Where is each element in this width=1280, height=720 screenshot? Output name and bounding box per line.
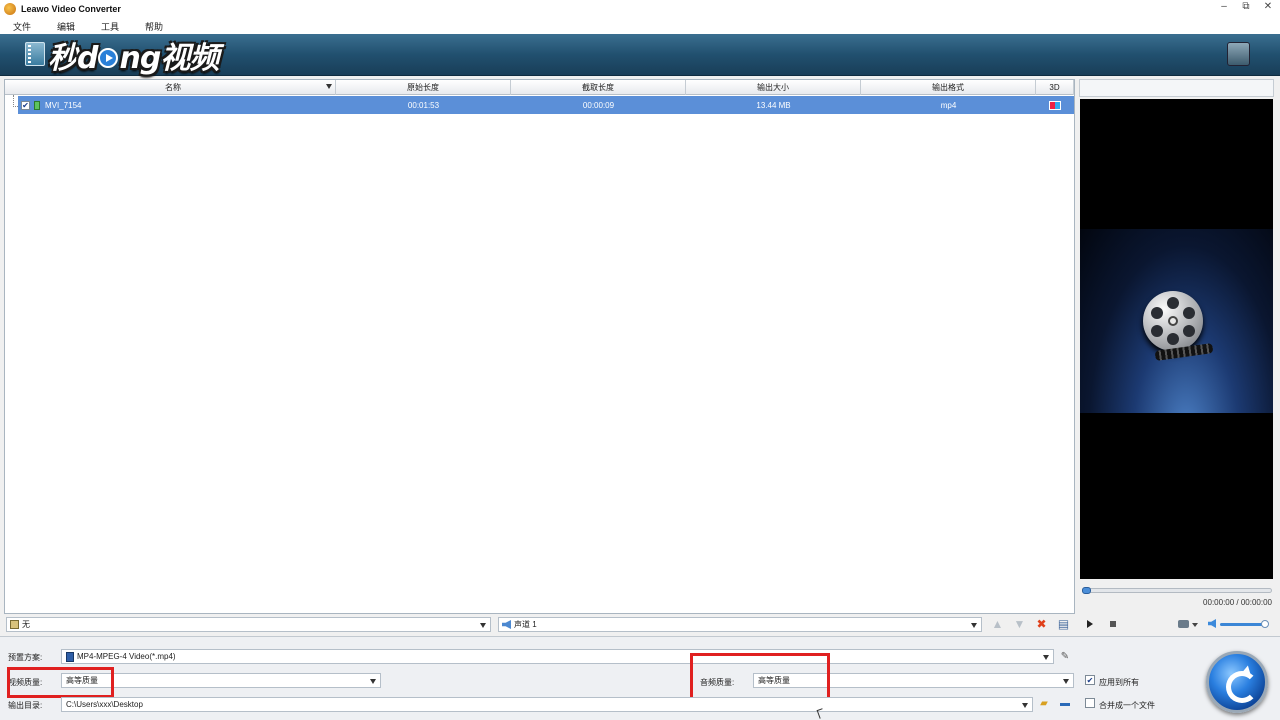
video-quality-highlight xyxy=(7,667,114,698)
video-preview[interactable] xyxy=(1080,99,1273,579)
column-name[interactable]: 名称 xyxy=(5,80,336,95)
row-clip-length: 00:00:09 xyxy=(582,100,615,110)
row-output-format: mp4 xyxy=(940,100,957,110)
logo-part-1: 秒 xyxy=(48,41,78,76)
merge-checkbox[interactable] xyxy=(1085,698,1095,708)
volume-icon[interactable] xyxy=(1208,619,1216,628)
chevron-down-icon[interactable] xyxy=(1063,679,1069,684)
stop-icon[interactable] xyxy=(1110,621,1116,627)
output-dir-value: C:\Users\xxx\Desktop xyxy=(66,700,143,709)
column-original-length[interactable]: 原始长度 xyxy=(336,80,511,95)
chevron-down-icon[interactable] xyxy=(1022,703,1028,708)
speaker-icon xyxy=(502,620,511,629)
menu-edit[interactable]: 编辑 xyxy=(44,20,88,33)
preset-label: 预置方案: xyxy=(8,653,43,662)
table-row[interactable]: ✔ MVI_7154 00:01:53 00:00:09 13.44 MB mp… xyxy=(18,96,1074,114)
logo-part-2: d xyxy=(77,41,99,76)
move-up-icon[interactable]: ▲ xyxy=(990,617,1005,631)
chevron-down-icon[interactable] xyxy=(971,623,977,628)
mp4-icon xyxy=(66,651,74,662)
column-name-label: 名称 xyxy=(165,83,181,92)
chevron-down-icon[interactable] xyxy=(326,84,332,89)
row-output-size: 13.44 MB xyxy=(756,100,791,110)
file-list: 名称 原始长度 截取长度 输出大小 输出格式 3D ✔ MVI_7154 00:… xyxy=(4,79,1075,614)
volume-slider-handle[interactable] xyxy=(1261,620,1269,628)
video-file-icon xyxy=(34,100,40,110)
audio-track-select[interactable]: 声道 1 xyxy=(498,617,982,632)
window-controls: – ⧉ ✕ xyxy=(1218,1,1274,12)
audio-track-value: 声道 1 xyxy=(514,620,537,629)
chevron-down-icon[interactable] xyxy=(1192,623,1198,627)
column-3d[interactable]: 3D xyxy=(1036,80,1074,95)
output-dir-field[interactable]: C:\Users\xxx\Desktop xyxy=(61,697,1033,712)
film-reel-icon xyxy=(1143,291,1203,351)
column-output-format[interactable]: 输出格式 xyxy=(861,80,1036,95)
player-controls xyxy=(1079,614,1274,634)
subtitle-value: 无 xyxy=(22,620,30,629)
column-clip-length[interactable]: 截取长度 xyxy=(511,80,686,95)
menu-bar: 文件 编辑 工具 帮助 xyxy=(0,18,1280,34)
chevron-down-icon[interactable] xyxy=(480,623,486,628)
playback-slider[interactable] xyxy=(1082,587,1272,594)
open-folder-icon[interactable]: ▬ xyxy=(1058,697,1072,710)
watermark-logo: 秒d ng视频 xyxy=(48,41,219,76)
folder-icon[interactable]: ▰ xyxy=(1037,697,1051,710)
settings-icon[interactable] xyxy=(1227,42,1250,66)
row-original-length: 00:01:53 xyxy=(407,100,440,110)
subtitle-select[interactable]: 无 xyxy=(6,617,491,632)
window-title: Leawo Video Converter xyxy=(21,4,121,14)
add-video-icon[interactable] xyxy=(25,42,45,66)
close-button[interactable]: ✕ xyxy=(1262,1,1274,12)
volume-slider[interactable] xyxy=(1220,620,1269,628)
playback-slider-handle[interactable] xyxy=(1082,587,1091,594)
list-icon[interactable]: ▤ xyxy=(1056,617,1071,631)
menu-help[interactable]: 帮助 xyxy=(132,20,176,33)
preset-select[interactable]: MP4-MPEG-4 Video(*.mp4) xyxy=(61,649,1054,664)
play-icon[interactable] xyxy=(1087,620,1093,628)
audio-quality-highlight xyxy=(690,653,830,703)
column-output-size[interactable]: 输出大小 xyxy=(686,80,861,95)
list-header: 名称 原始长度 截取长度 输出大小 输出格式 3D xyxy=(5,80,1074,95)
move-down-icon[interactable]: ▼ xyxy=(1012,617,1027,631)
merge-label: 合并成一个文件 xyxy=(1099,701,1155,710)
apply-all-label: 应用到所有 xyxy=(1099,678,1139,687)
menu-tools[interactable]: 工具 xyxy=(88,20,132,33)
3d-icon[interactable] xyxy=(1049,100,1061,110)
chevron-down-icon[interactable] xyxy=(1043,655,1049,660)
restore-button[interactable]: ⧉ xyxy=(1240,1,1252,12)
preset-value: MP4-MPEG-4 Video(*.mp4) xyxy=(77,652,176,661)
delete-icon[interactable]: ✖ xyxy=(1034,617,1049,631)
menu-file[interactable]: 文件 xyxy=(0,20,44,33)
preview-header xyxy=(1079,79,1274,97)
title-bar: Leawo Video Converter – ⧉ ✕ xyxy=(0,0,1280,18)
play-logo-icon xyxy=(98,47,119,68)
minimize-button[interactable]: – xyxy=(1218,1,1230,12)
output-dir-label: 输出目录: xyxy=(8,701,43,710)
snapshot-icon[interactable] xyxy=(1178,620,1189,628)
preview-artwork xyxy=(1080,229,1273,413)
edit-preset-icon[interactable]: ✎ xyxy=(1058,650,1072,663)
apply-all-checkbox[interactable]: ✔ xyxy=(1085,675,1095,685)
logo-part-4: 视频 xyxy=(160,41,219,76)
row-3d[interactable] xyxy=(1036,96,1074,114)
row-file-name: MVI_7154 xyxy=(45,100,82,110)
logo-part-3: ng xyxy=(119,41,161,76)
time-readout: 00:00:00 / 00:00:00 xyxy=(1203,598,1272,607)
app-icon xyxy=(4,3,16,15)
subtitle-icon xyxy=(10,620,19,629)
chevron-down-icon[interactable] xyxy=(370,679,376,684)
convert-button[interactable] xyxy=(1206,651,1268,713)
row-checkbox[interactable]: ✔ xyxy=(21,100,30,110)
